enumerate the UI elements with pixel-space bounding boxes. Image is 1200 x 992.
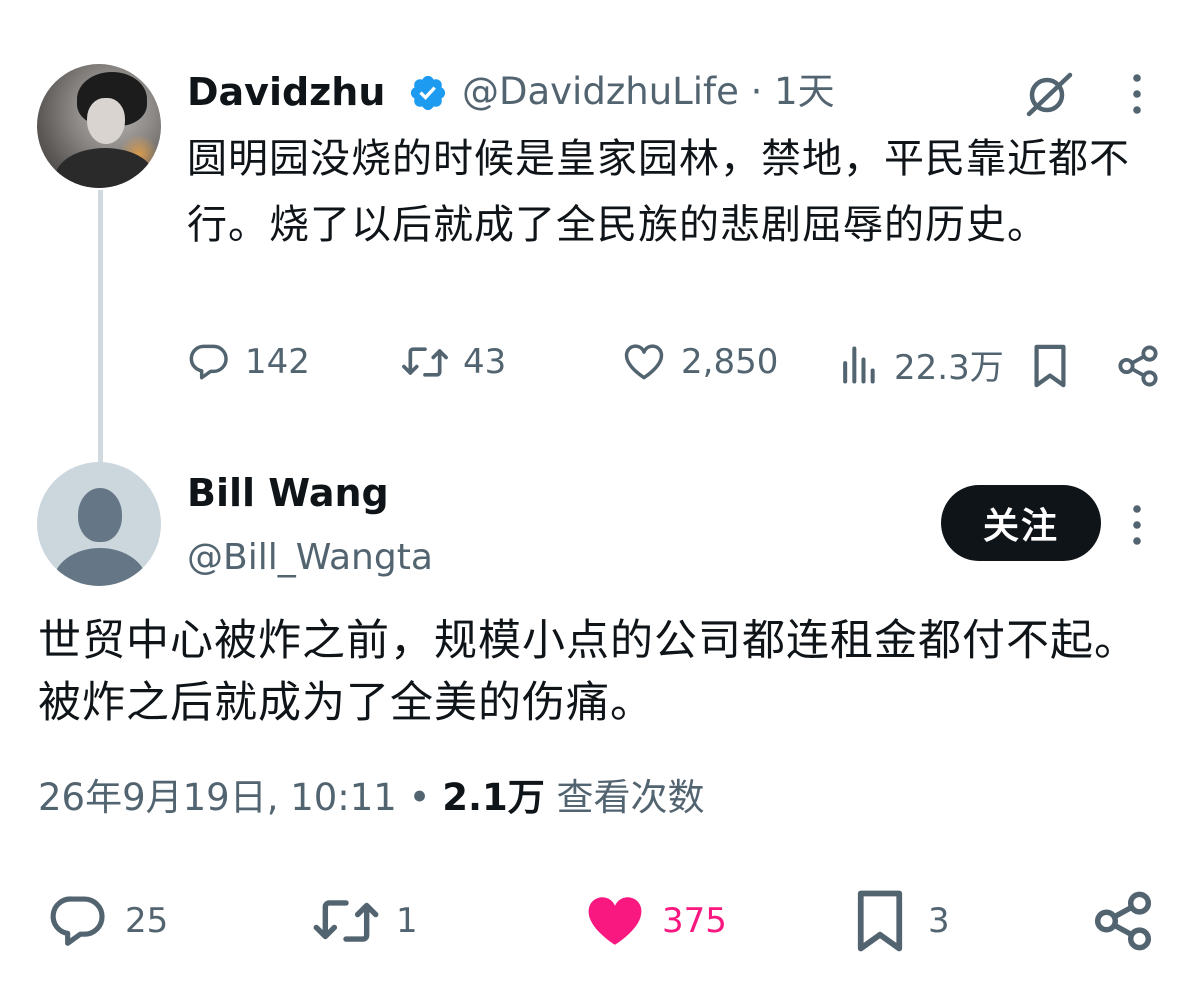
thread-connector-line <box>98 190 103 462</box>
grok-icon[interactable] <box>1020 70 1078 118</box>
more-icon[interactable] <box>1132 72 1142 116</box>
parent-views-button[interactable]: 22.3万 <box>838 340 1004 389</box>
parent-share-button[interactable] <box>1115 343 1161 389</box>
like-icon <box>624 344 664 380</box>
meta-separator: • <box>396 776 443 819</box>
reply-icon <box>189 344 228 380</box>
reply-author-name[interactable]: Bill Wang <box>187 468 389 518</box>
views-icon <box>843 345 875 384</box>
parent-retweet-count: 43 <box>463 342 507 382</box>
bookmark-count: 3 <box>928 901 950 941</box>
more-icon[interactable] <box>1132 503 1142 547</box>
share-button[interactable] <box>1090 888 1156 954</box>
parent-like-button[interactable]: 2,850 <box>621 340 778 384</box>
parent-handle-time[interactable]: @DavidzhuLife · 1天 <box>462 68 835 116</box>
reply-tweet-text: 世贸中心被炸之前，规模小点的公司都连租金都付不起。被炸之后就成为了全美的伤痛。 <box>38 616 1138 728</box>
reply-avatar[interactable] <box>37 462 161 586</box>
bookmark-icon <box>1034 344 1066 388</box>
retweet-button[interactable]: 1 <box>308 890 418 952</box>
tweet-meta: 26年9月19日, 10:11 • 2.1万 查看次数 <box>38 772 705 824</box>
like-count: 375 <box>662 901 727 941</box>
follow-button[interactable]: 关注 <box>941 485 1101 561</box>
verified-badge-icon <box>410 75 446 111</box>
retweet-icon <box>402 347 448 377</box>
parent-author-name[interactable]: Davidzhu <box>187 68 385 116</box>
reply-icon <box>50 896 105 946</box>
parent-like-count: 2,850 <box>681 342 779 382</box>
retweet-icon <box>313 900 379 942</box>
reply-author-handle[interactable]: @Bill_Wangta <box>187 535 433 581</box>
views-count[interactable]: 2.1万 <box>442 776 545 819</box>
parent-views-count: 22.3万 <box>894 348 1004 388</box>
parent-reply-button[interactable]: 142 <box>187 340 310 384</box>
retweet-count: 1 <box>396 901 418 941</box>
parent-bookmark-button[interactable] <box>1030 343 1070 389</box>
bookmark-icon <box>857 890 903 952</box>
like-filled-icon <box>588 897 642 945</box>
tweet-timestamp[interactable]: 26年9月19日, 10:11 <box>38 776 397 819</box>
bookmark-button[interactable]: 3 <box>852 888 950 954</box>
parent-tweet-text: 圆明园没烧的时候是皇家园林，禁地，平民靠近都不行。烧了以后就成了全民族的悲剧屈辱… <box>187 136 1130 248</box>
share-icon <box>1094 891 1152 951</box>
parent-retweet-button[interactable]: 43 <box>401 340 506 384</box>
like-button[interactable]: 375 <box>582 890 727 952</box>
reply-button[interactable]: 25 <box>45 890 168 952</box>
views-label: 查看次数 <box>544 776 705 819</box>
reply-count: 25 <box>125 901 169 941</box>
parent-avatar[interactable] <box>37 64 161 188</box>
parent-reply-count: 142 <box>245 342 310 382</box>
share-icon <box>1118 345 1158 387</box>
